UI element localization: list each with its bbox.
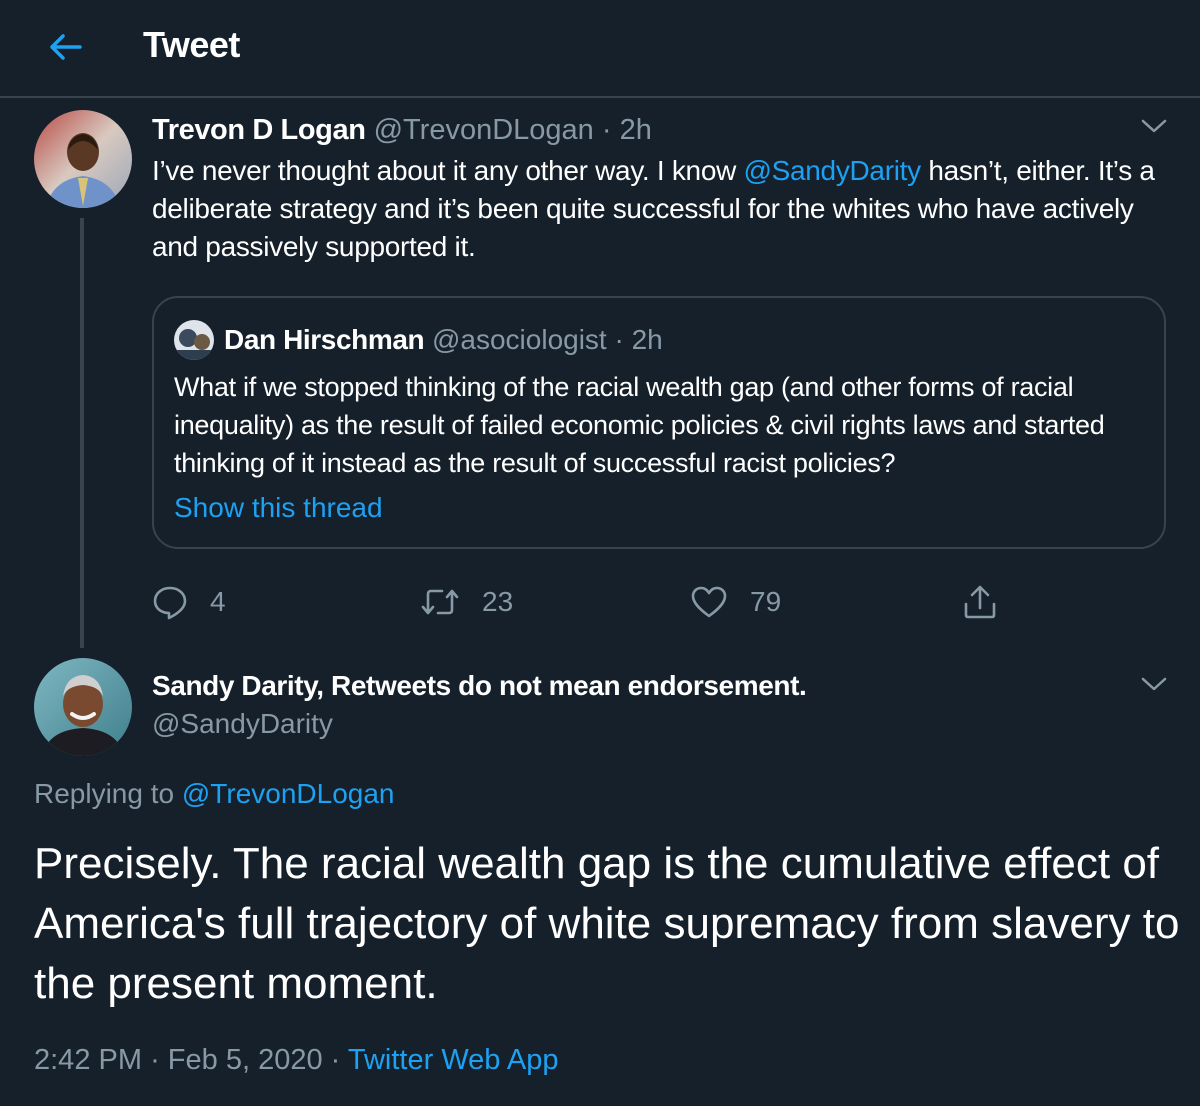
mention-link[interactable]: @SandyDarity bbox=[744, 155, 922, 186]
source-link[interactable]: Twitter Web App bbox=[348, 1044, 559, 1076]
separator-dot: · bbox=[601, 114, 612, 146]
retweet-icon bbox=[421, 589, 459, 615]
author-name[interactable]: Sandy Darity, Retweets do not mean endor… bbox=[152, 670, 807, 702]
quoted-tweet-header: Dan Hirschman @asociologist · 2h bbox=[224, 322, 663, 358]
like-button[interactable]: 79 bbox=[690, 578, 781, 626]
replying-to-link[interactable]: @TrevonDLogan bbox=[182, 778, 395, 809]
replying-to: Replying to @TrevonDLogan bbox=[34, 778, 395, 810]
thread-connector bbox=[80, 218, 84, 648]
like-count: 79 bbox=[750, 586, 782, 617]
reply-button[interactable]: 4 bbox=[152, 578, 226, 626]
quoted-author-name: Dan Hirschman bbox=[224, 324, 425, 355]
back-arrow-icon bbox=[50, 34, 82, 60]
share-button[interactable] bbox=[962, 578, 1020, 626]
tweet-time[interactable]: 2h bbox=[620, 114, 652, 146]
tweet1-text: I’ve never thought about it any other wa… bbox=[152, 152, 1182, 266]
back-button[interactable] bbox=[44, 26, 86, 68]
quoted-tweet-time: 2h bbox=[631, 324, 663, 355]
quoted-author-handle: @asociologist bbox=[431, 324, 607, 355]
tweet-page: Tweet Trevon D Logan @TrevonDLogan · 2h … bbox=[0, 0, 1200, 1106]
quoted-tweet-card[interactable]: Dan Hirschman @asociologist · 2h What if… bbox=[152, 296, 1166, 549]
tweet-date[interactable]: Feb 5, 2020 bbox=[168, 1044, 323, 1076]
retweet-button[interactable]: 23 bbox=[420, 578, 513, 626]
tweet1-header: Trevon D Logan @TrevonDLogan · 2h bbox=[152, 112, 652, 148]
chevron-down-icon[interactable] bbox=[1140, 112, 1168, 140]
retweet-count: 23 bbox=[482, 586, 514, 617]
tweet-meta: 2:42 PM · Feb 5, 2020 · Twitter Web App bbox=[34, 1044, 559, 1077]
reply-icon bbox=[153, 586, 187, 620]
quoted-tweet-text: What if we stopped thinking of the racia… bbox=[174, 372, 1105, 478]
page-title: Tweet bbox=[143, 24, 240, 65]
separator-dot: · bbox=[150, 1044, 160, 1076]
like-icon bbox=[691, 586, 727, 618]
tweet-text-part: I’ve never thought about it any other wa… bbox=[152, 155, 744, 186]
replying-label: Replying to bbox=[34, 778, 175, 809]
avatar[interactable] bbox=[34, 110, 132, 208]
avatar[interactable] bbox=[34, 658, 132, 756]
author-handle[interactable]: @TrevonDLogan bbox=[374, 114, 594, 146]
chevron-down-icon[interactable] bbox=[1140, 670, 1168, 698]
share-icon bbox=[964, 585, 996, 619]
top-bar: Tweet bbox=[0, 0, 1200, 98]
tweet2-text: Precisely. The racial wealth gap is the … bbox=[34, 839, 1180, 1008]
separator-dot: · bbox=[614, 324, 624, 355]
author-name[interactable]: Trevon D Logan bbox=[152, 114, 366, 146]
tweet-time[interactable]: 2:42 PM bbox=[34, 1044, 142, 1076]
tweet-actions: 4 23 79 bbox=[152, 578, 1032, 626]
author-handle[interactable]: @SandyDarity bbox=[152, 708, 333, 740]
avatar bbox=[174, 320, 214, 360]
show-thread-link[interactable]: Show this thread bbox=[174, 492, 383, 524]
reply-count: 4 bbox=[210, 586, 226, 617]
separator-dot: · bbox=[330, 1044, 341, 1076]
